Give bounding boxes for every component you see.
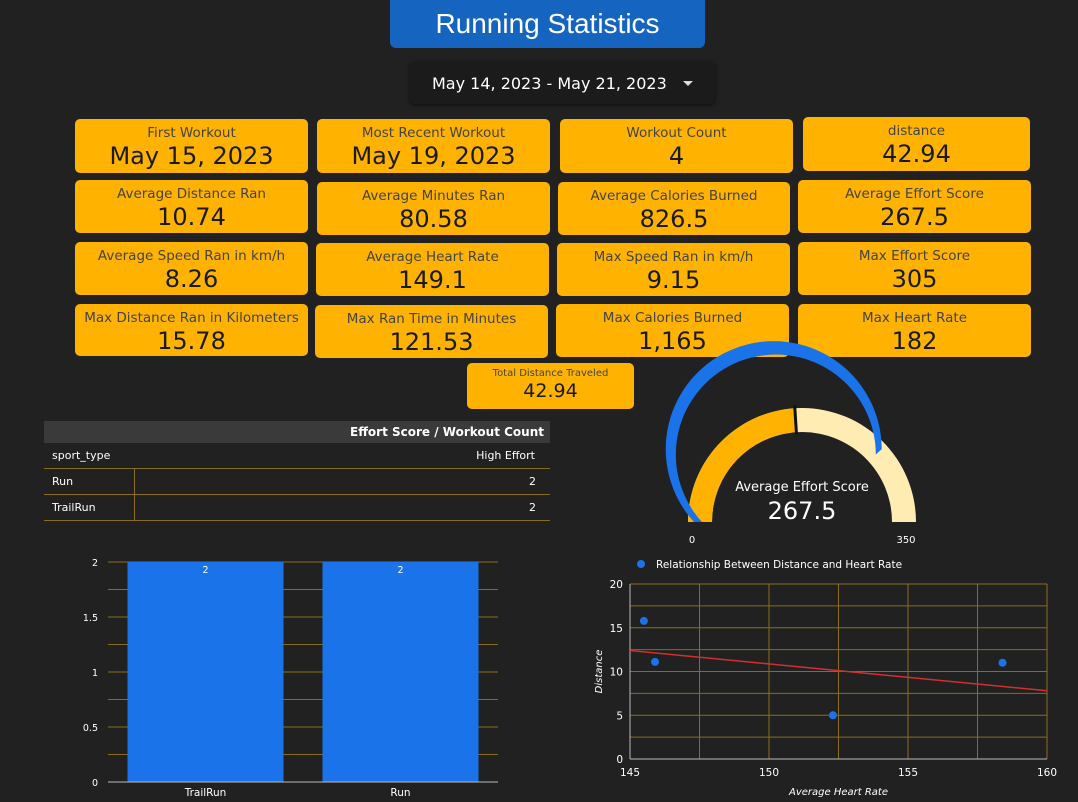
x-axis-title: Average Heart Rate <box>788 787 888 798</box>
page-title: Running Statistics <box>390 0 705 48</box>
scorecard-max-speed: Max Speed Ran in km/h 9.15 <box>557 243 790 296</box>
scorecard-average-effort: Average Effort Score 267.5 <box>798 180 1031 233</box>
gauge-min-label: 0 <box>689 535 695 546</box>
table-cell-value: 2 <box>529 501 536 514</box>
scorecard-max-heart-rate: Max Heart Rate 182 <box>798 304 1031 357</box>
effort-score-table: Effort Score / Workout Count sport_type … <box>44 421 550 521</box>
scatter-chart: Relationship Between Distance and Heart … <box>594 559 1057 798</box>
legend-marker <box>637 560 645 568</box>
chevron-down-icon[interactable] <box>683 80 693 86</box>
table-cell-value: 2 <box>529 475 536 488</box>
scorecard-first-workout: First Workout May 15, 2023 <box>75 119 308 173</box>
scatter-point <box>828 711 837 720</box>
date-range-picker[interactable]: May 14, 2023 - May 21, 2023 <box>410 62 715 104</box>
table-cell-type: TrailRun <box>44 495 135 520</box>
y-tick-label: 1.5 <box>83 613 98 624</box>
scorecard-average-heart-rate: Average Heart Rate 149.1 <box>316 243 549 296</box>
bar <box>127 562 284 782</box>
y-tick-label: 0 <box>616 754 623 766</box>
y-tick-label: 10 <box>610 667 623 679</box>
bar-chart: 0 0.5 1 1.5 2 2 TrailRun 2 Run <box>83 558 498 799</box>
legend-label: Relationship Between Distance and Heart … <box>656 559 902 571</box>
gauge-target-marker <box>793 405 798 435</box>
scorecard-average-calories: Average Calories Burned 826.5 <box>558 182 790 235</box>
gauge-max-label: 350 <box>896 535 915 546</box>
y-tick-label: 1 <box>92 668 98 679</box>
scatter-point <box>998 658 1007 667</box>
x-tick-label: 155 <box>898 767 918 779</box>
y-tick-label: 20 <box>610 579 623 591</box>
table-header-sport-type: sport_type <box>52 449 111 462</box>
date-range-text: May 14, 2023 - May 21, 2023 <box>432 73 667 93</box>
y-tick-label: 2 <box>92 558 98 569</box>
table-header-row: sport_type High Effort <box>44 443 550 469</box>
scorecard-distance: distance 42.94 <box>803 117 1030 171</box>
y-tick-label: 0 <box>92 778 98 789</box>
y-tick-label: 5 <box>616 710 623 722</box>
table-header-high-effort: High Effort <box>476 449 535 462</box>
x-tick-label: 160 <box>1037 767 1057 779</box>
y-tick-label: 15 <box>610 623 623 635</box>
table-cell-type: Run <box>44 469 135 494</box>
bar-data-label: 2 <box>397 565 403 576</box>
gauge-label: Average Effort Score <box>735 480 869 495</box>
table-row: TrailRun 2 <box>44 495 550 521</box>
bar <box>322 562 479 782</box>
y-axis-title: Distance <box>594 650 605 694</box>
scorecard-workout-count: Workout Count 4 <box>560 119 793 173</box>
scorecard-average-distance: Average Distance Ran 10.74 <box>75 180 308 233</box>
scorecard-total-distance: Total Distance Traveled 42.94 <box>467 363 634 409</box>
scorecard-max-ran-time: Max Ran Time in Minutes 121.53 <box>315 305 548 358</box>
scatter-point <box>639 616 648 625</box>
bar-data-label: 2 <box>202 565 208 576</box>
y-tick-label: 0.5 <box>83 723 98 734</box>
scorecard-max-effort: Max Effort Score 305 <box>798 242 1031 295</box>
effort-gauge-chart: Average Effort Score 267.5 0 350 <box>665 341 916 546</box>
x-tick-label: 150 <box>759 767 779 779</box>
gauge-value: 267.5 <box>768 497 837 525</box>
x-tick-label: Run <box>390 787 410 799</box>
scorecard-max-distance: Max Distance Ran in Kilometers 15.78 <box>75 304 308 356</box>
scorecard-most-recent-workout: Most Recent Workout May 19, 2023 <box>317 119 550 173</box>
x-tick-label: 145 <box>620 767 640 779</box>
scorecard-average-minutes: Average Minutes Ran 80.58 <box>317 182 550 235</box>
scorecard-average-speed: Average Speed Ran in km/h 8.26 <box>75 242 308 295</box>
table-row: Run 2 <box>44 469 550 495</box>
scatter-point <box>651 657 660 666</box>
x-tick-label: TrailRun <box>184 787 227 799</box>
table-title: Effort Score / Workout Count <box>44 421 550 443</box>
